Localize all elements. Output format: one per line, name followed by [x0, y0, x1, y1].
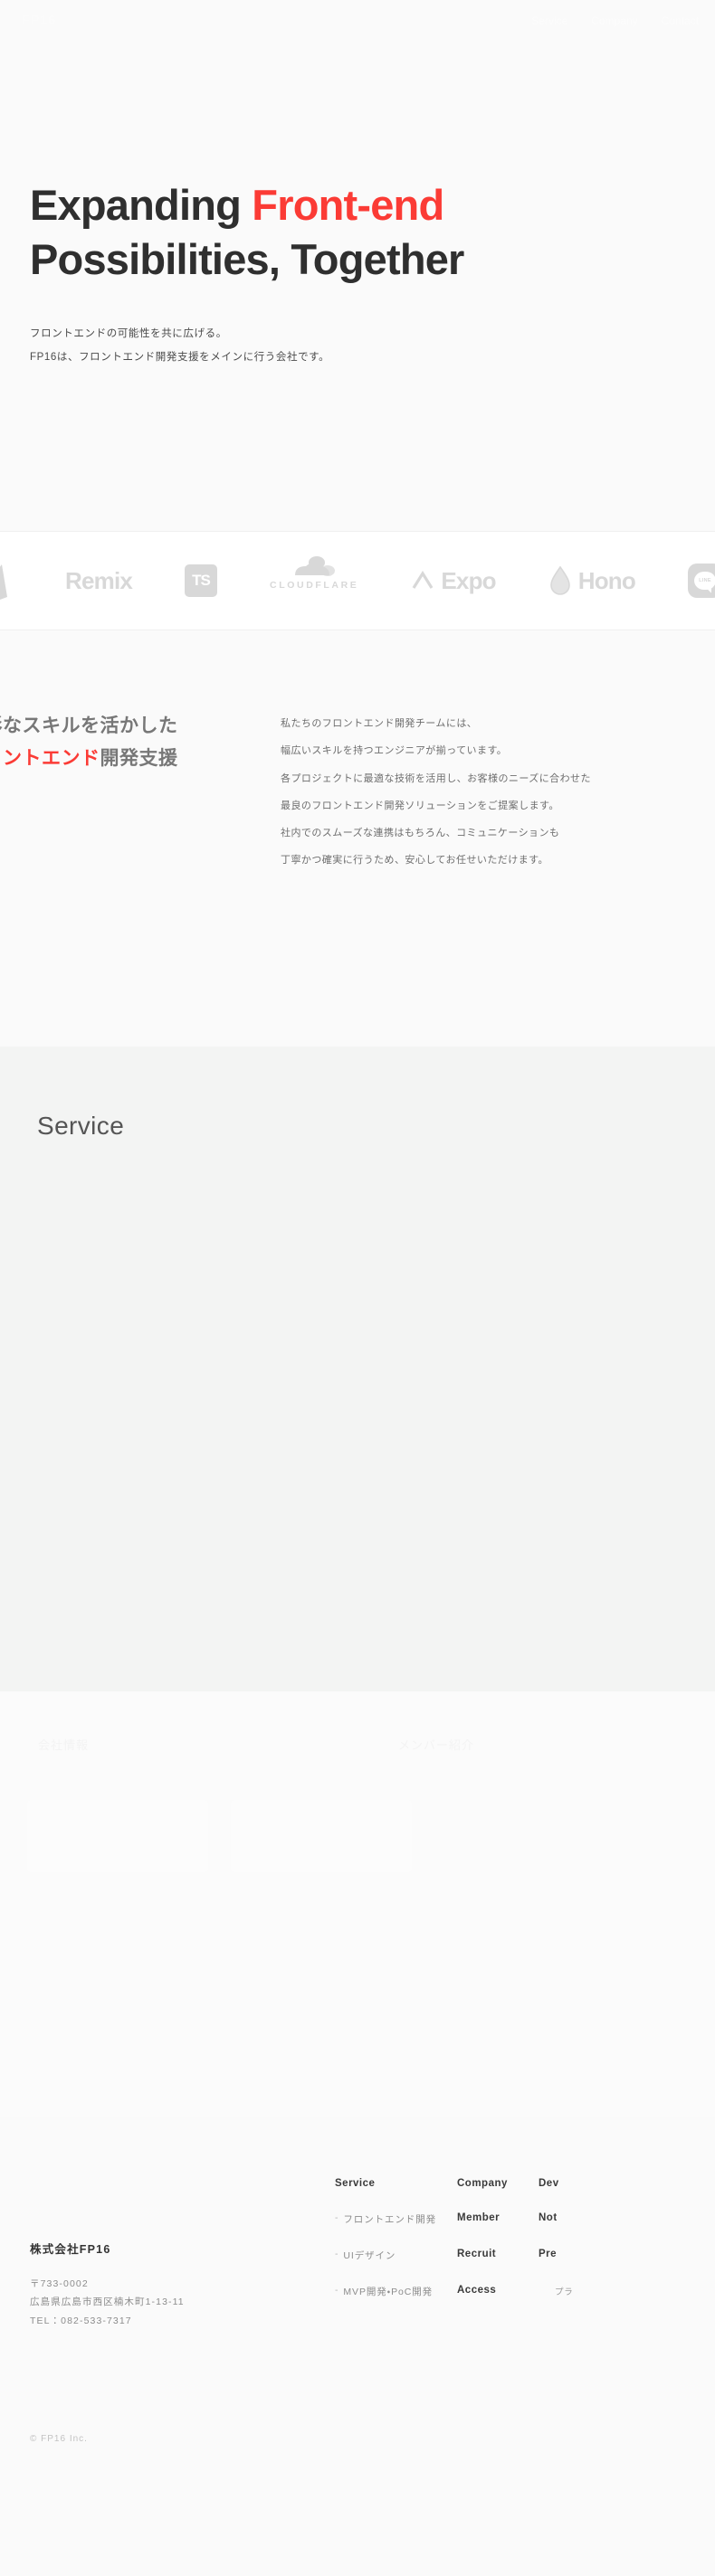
footer-street-address: 広島県広島市西区楠木町1-13-11: [30, 2297, 185, 2308]
about-body-line: 社内でのスムーズな連携はもちろん、コミュニケーションも: [281, 828, 560, 838]
about-heading: 多彩なスキルを活かした フロントエンド開発支援: [0, 710, 262, 875]
footer-column-service: Service - フロントエンド開発 - UIデザイン - MVP開発・PoC開発: [335, 2178, 457, 2321]
service-section: Service: [0, 1046, 715, 1691]
about-body-line: 最良のフロントエンド開発ソリューションをご提案します。: [281, 800, 559, 811]
footer-postal-code: 〒733-0002: [30, 2278, 89, 2289]
line-logo: LINE: [687, 555, 715, 606]
footer-company-address: 〒733-0002 広島県広島市西区楠木町1-13-11 TEL：082-533…: [30, 2275, 335, 2330]
footer-copyright: © FP16 Inc.: [30, 2434, 88, 2444]
footer-link-columns: Service - フロントエンド開発 - UIデザイン - MVP開発・PoC開発 …: [335, 2178, 715, 2321]
line-logo-label: LINE: [693, 572, 715, 590]
footer-link-label: MVP開発・PoC開発: [343, 2287, 434, 2297]
footer-link-label: フロントエンド開発: [343, 2214, 437, 2225]
hero-title-accent: Front-end: [252, 181, 444, 229]
footer-column-company: Company Member Recruit Access: [457, 2178, 539, 2321]
footer-link-press[interactable]: Pre: [539, 2249, 647, 2259]
links-card-member[interactable]: [231, 1800, 412, 1872]
hero-subtitle-line1: フロントエンドの可能性を共に広げる。: [30, 328, 227, 340]
hero-subtitle-line2: FP16は、フロントエンド開発支援をメインに行う会社です。: [30, 352, 330, 364]
links-label-member[interactable]: メンバー紹介: [398, 1736, 474, 1753]
remix-logo: Remix: [65, 555, 133, 606]
cloudflare-logo: CLOUDFLARE: [270, 555, 358, 606]
footer-column-title: Service: [335, 2178, 376, 2189]
links-label-company[interactable]: 会社情報: [38, 1736, 89, 1753]
dash-icon: -: [335, 2212, 339, 2223]
footer-column-title: Company: [457, 2178, 508, 2189]
footer-link-access[interactable]: Access: [457, 2285, 539, 2296]
dash-icon: -: [335, 2285, 339, 2296]
typescript-logo: TS: [185, 555, 218, 606]
hero-title-line1: Expanding Front-end: [30, 181, 444, 229]
expo-logo-label: Expo: [441, 567, 496, 594]
typescript-logo-box: TS: [185, 564, 218, 597]
footer-column-dev: Dev Not Pre プラ: [539, 2178, 647, 2321]
hero-title-line2: Possibilities, Together: [30, 235, 464, 284]
cloudflare-logo-label: CLOUDFLARE: [270, 580, 359, 591]
hero-title: Expanding Front-end Possibilities, Toget…: [0, 178, 715, 287]
expo-logo: Expo: [411, 555, 497, 606]
about-inner: 多彩なスキルを活かした フロントエンド開発支援 私たちのフロントエンド開発チーム…: [0, 710, 715, 875]
nav-item-contact[interactable]: Contact: [662, 14, 699, 27]
about-body: 私たちのフロントエンド開発チームには、 幅広いスキルを持つエンジニアが揃っていま…: [281, 710, 591, 875]
footer-link-mvp[interactable]: - MVP開発・PoC開発: [335, 2285, 457, 2298]
nav-item-service[interactable]: Service: [531, 14, 567, 27]
line-logo-box: LINE: [687, 564, 715, 598]
nav-item-company[interactable]: Company: [591, 14, 637, 27]
about-body-line: 私たちのフロントエンド開発チームには、: [281, 718, 478, 729]
logo-track: Remix TS CLOUDFLARE Expo Hono LINE: [0, 555, 715, 606]
about-heading-rest: 開発支援: [100, 748, 178, 770]
about-heading-accent: フロントエンド: [0, 748, 100, 770]
footer-company-block: 株式会社FP16 〒733-0002 広島県広島市西区楠木町1-13-11 TE…: [0, 2178, 335, 2330]
about-body-line: 幅広いスキルを持つエンジニアが揃っています。: [281, 745, 508, 757]
footer-link-member[interactable]: Member: [457, 2212, 539, 2223]
footer-link-label: UIデザイン: [343, 2250, 396, 2261]
footer-link-recruit[interactable]: Recruit: [457, 2249, 539, 2259]
hero-section: Expanding Front-end Possibilities, Toget…: [0, 47, 715, 531]
remix-logo-label: Remix: [65, 567, 133, 594]
hero-title-part-a: Expanding: [30, 181, 253, 229]
footer-link-uidesign[interactable]: - UIデザイン: [335, 2249, 457, 2262]
firebase-logo: [0, 555, 13, 606]
footer-link-privacy-policy[interactable]: プラ: [539, 2285, 647, 2297]
tech-logo-strip: Remix TS CLOUDFLARE Expo Hono LINE: [0, 531, 715, 630]
links-card-company[interactable]: [27, 1800, 208, 1872]
about-body-line: 丁寧かつ確実に行うため、安心してお任せいただけます。: [281, 855, 548, 867]
footer-telephone: TEL：082-533-7317: [30, 2315, 132, 2326]
dash-icon: -: [335, 2249, 339, 2259]
about-body-line: 各プロジェクトに最適な技術を活用し、お客様のニーズに合わせた: [281, 772, 591, 784]
hono-logo-label: Hono: [577, 567, 636, 594]
about-heading-line1: 多彩なスキルを活かした: [0, 715, 178, 736]
site-header: FP16 Service Company Contact: [0, 0, 715, 47]
header-nav: Service Company Contact: [531, 14, 699, 27]
page-root: FP16 Service Company Contact Expanding F…: [0, 0, 715, 2576]
footer-link-note[interactable]: Not: [539, 2212, 647, 2223]
about-section: 多彩なスキルを活かした フロントエンド開発支援 私たちのフロントエンド開発チーム…: [0, 630, 715, 1046]
footer-link-frontend[interactable]: - フロントエンド開発: [335, 2212, 457, 2226]
links-section: 会社情報 メンバー紹介: [0, 1691, 715, 2117]
footer-column-title: Dev: [539, 2178, 559, 2189]
brand-logo[interactable]: FP16: [22, 13, 56, 28]
site-footer: 株式会社FP16 〒733-0002 広島県広島市西区楠木町1-13-11 TE…: [0, 2117, 715, 2576]
hero-subtitle: フロントエンドの可能性を共に広げる。 FP16は、フロントエンド開発支援をメイン…: [0, 323, 715, 370]
footer-grid: 株式会社FP16 〒733-0002 広島県広島市西区楠木町1-13-11 TE…: [0, 2178, 715, 2330]
hono-logo: Hono: [548, 555, 636, 606]
service-section-title: Service: [37, 1112, 125, 1140]
footer-company-name: 株式会社FP16: [30, 2243, 111, 2256]
